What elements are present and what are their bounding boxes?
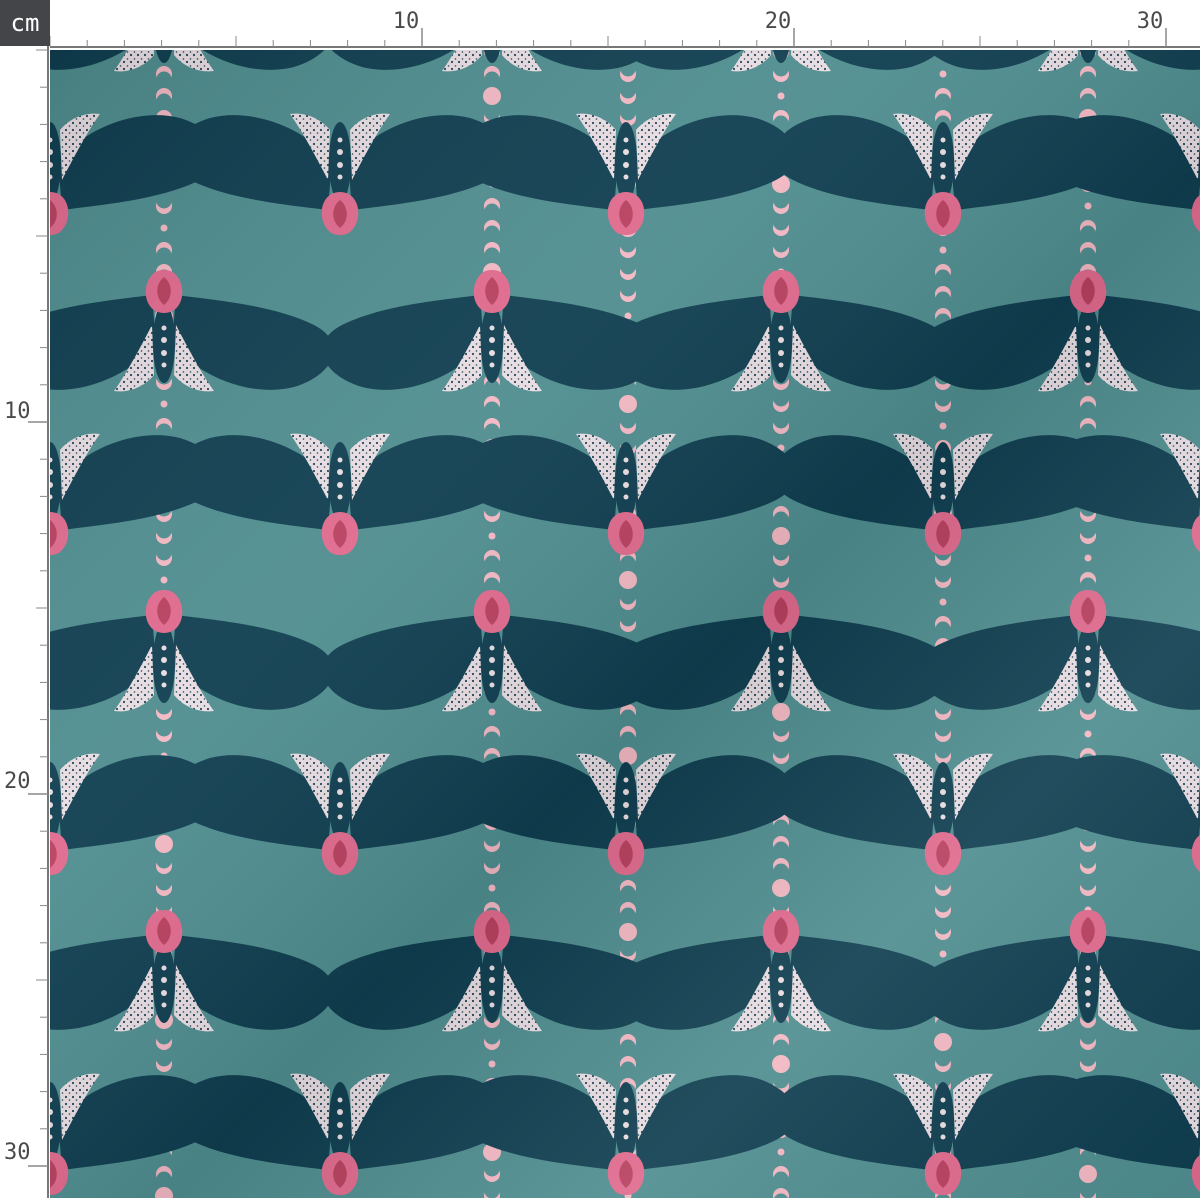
top-ruler-label-30: 30 [1137, 9, 1164, 34]
left-ruler-scale: 10 20 30 [4, 46, 49, 1198]
left-ruler-label-30: 30 [4, 1140, 31, 1165]
left-ruler: 10 20 30 [0, 46, 50, 1198]
fabric-swatch [50, 50, 1200, 1198]
moth-moon-pattern [50, 50, 1200, 1198]
ruler-unit-label: cm [10, 9, 40, 37]
top-ruler-label-20: 20 [765, 9, 792, 34]
left-ruler-label-10: 10 [4, 399, 31, 424]
ruler-unit-badge: cm [0, 0, 50, 46]
fabric-fold-shading [50, 50, 1200, 1198]
top-ruler: 10 20 30 [50, 0, 1200, 50]
top-ruler-scale: 10 20 30 [50, 9, 1200, 48]
fabric-preview: cm 10 20 30 10 20 30 [0, 0, 1200, 1198]
left-ruler-label-20: 20 [4, 769, 31, 794]
top-ruler-label-10: 10 [393, 9, 420, 34]
